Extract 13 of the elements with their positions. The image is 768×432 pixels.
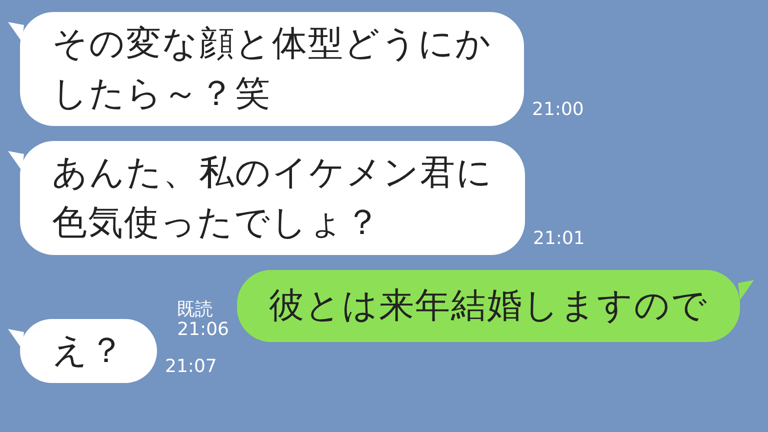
bubble-tail	[8, 22, 24, 42]
message-time: 21:01	[532, 229, 586, 251]
message-bubble: その変な顔と体型どうにか したら～？笑	[20, 12, 524, 126]
message-bubble: あんた、私のイケメン君に 色気使ったでしょ？	[20, 141, 525, 255]
bubble-tail	[738, 280, 754, 300]
message-bubble: 彼とは来年結婚しますので	[237, 270, 740, 342]
read-receipt: 既読	[177, 300, 214, 320]
message-time: 21:00	[531, 100, 585, 122]
message-time: 21:07	[164, 357, 218, 379]
message-time: 21:06	[177, 320, 229, 340]
message-bubble: え？	[20, 319, 157, 383]
bubble-tail	[8, 151, 24, 171]
bubble-tail	[8, 329, 24, 349]
